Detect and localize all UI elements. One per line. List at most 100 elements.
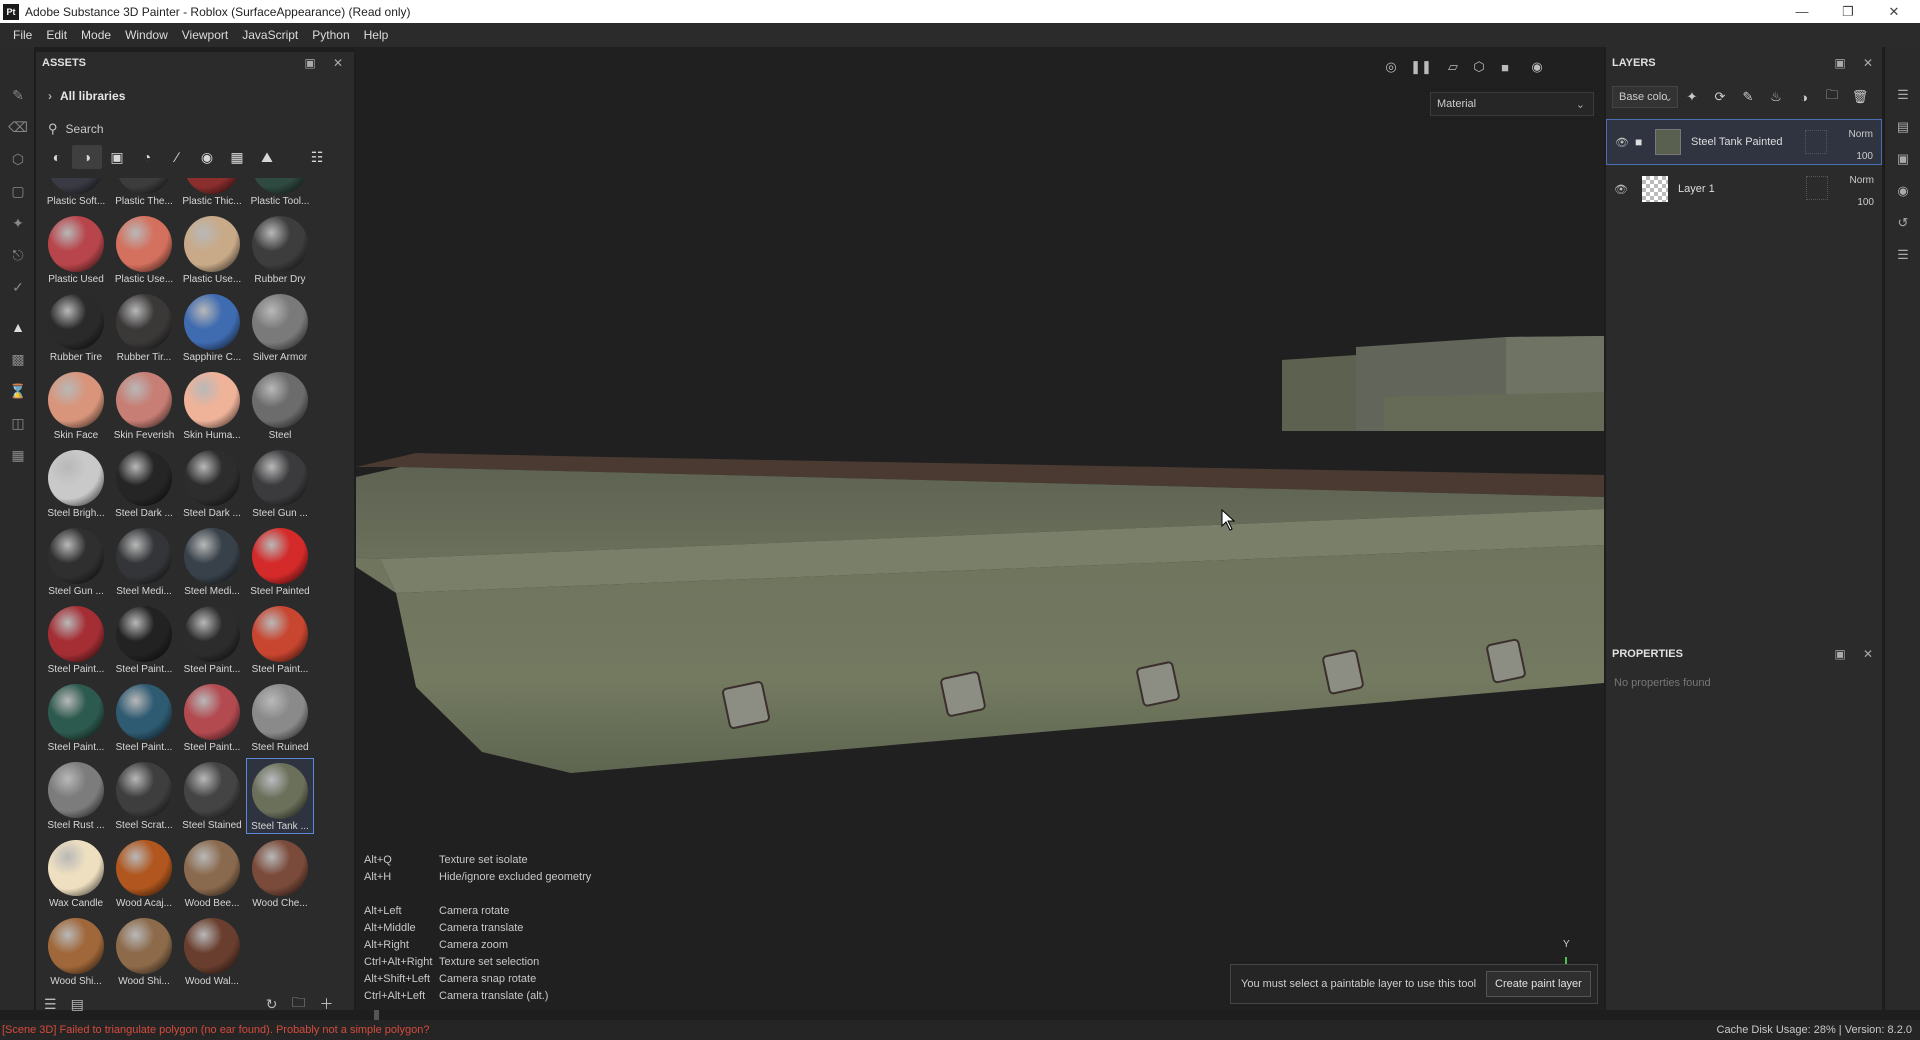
menu-mode[interactable]: Mode [74,28,118,42]
material-tile[interactable]: Skin Face [42,368,110,444]
add-folder-icon[interactable]: 🗀 [1818,86,1846,108]
add-mask-icon[interactable]: ◑ [1790,86,1818,108]
particle-filter-icon[interactable]: ◉ [192,145,222,169]
add-fill-layer-icon[interactable]: ♨ [1762,86,1790,108]
close-window-button[interactable]: ✕ [1872,0,1916,23]
export-icon[interactable]: ◫ [8,413,28,433]
material-tile[interactable]: Steel Paint... [110,680,178,756]
material-tile[interactable]: Plastic Used [42,212,110,288]
layer-blend[interactable]: Norm 100 [1849,124,1873,168]
material-tile[interactable]: Plastic Soft... [42,178,110,210]
close-panel-icon[interactable]: ✕ [1860,55,1876,71]
smart-material-filter-icon[interactable]: ◑ [72,145,102,169]
viewport-3d[interactable]: ◎ ❚❚ ▱ ⬡ ■ ◉ Material ⌄ Y Alt+Q Texture … [356,47,1604,1010]
layers-tab-icon[interactable]: ☰ [1893,85,1913,105]
grid-view-icon[interactable]: ☷ [302,145,332,169]
material-tile[interactable]: Plastic Use... [178,212,246,288]
folder-icon[interactable]: 🗀 [292,992,306,1016]
history-icon[interactable]: ↺ [1893,213,1913,233]
environment-filter-icon[interactable]: ⛰ [252,145,282,169]
material-tile[interactable]: Skin Feverish [110,368,178,444]
material-tile[interactable]: Wood Shi... [110,914,178,990]
minimize-button[interactable]: — [1780,0,1824,23]
material-tile[interactable]: Steel Paint... [42,602,110,678]
material-tile[interactable]: Plastic Use... [110,212,178,288]
menu-javascript[interactable]: JavaScript [235,28,305,42]
menu-file[interactable]: File [6,28,39,42]
material-tile[interactable]: Steel Painted [246,524,314,600]
opacity-value[interactable]: 100 [1850,192,1874,214]
refresh-icon[interactable]: ↻ [266,996,278,1013]
material-tile[interactable]: Steel Tank ... [246,758,314,834]
menu-help[interactable]: Help [357,28,396,42]
blend-mode[interactable]: Norm [1849,124,1873,146]
visibility-eye-icon[interactable]: 👁 [1615,136,1635,149]
texture-set-icon[interactable]: ▩ [8,349,28,369]
material-tile[interactable]: Steel Dark ... [110,446,178,522]
layer-row[interactable]: 👁 Layer 1 Norm 100 [1606,166,1882,212]
material-tile[interactable]: Plastic Thic... [178,178,246,210]
add-effect-icon[interactable]: ✦ [1678,86,1706,108]
clone-stamp-icon[interactable]: ⎋ [8,245,28,265]
delete-layer-icon[interactable]: 🗑 [1846,86,1874,108]
material-tile[interactable]: Steel Dark ... [178,446,246,522]
material-tile[interactable]: Steel Paint... [110,602,178,678]
display-settings-icon[interactable]: ▦ [8,445,28,465]
material-tile[interactable]: Skin Huma... [178,368,246,444]
float-panel-icon[interactable]: ▣ [302,55,318,71]
smudge-icon[interactable]: ✦ [8,213,28,233]
material-tile[interactable]: Plastic The... [110,178,178,210]
eraser-icon[interactable]: ⌫ [8,117,28,137]
material-tile[interactable]: Rubber Tir... [110,290,178,366]
polygon-fill-icon[interactable]: ▲ [8,317,28,337]
layer-blend[interactable]: Norm 100 [1850,170,1874,214]
visibility-eye-icon[interactable]: 👁 [1614,183,1634,196]
close-panel-icon[interactable]: ✕ [330,55,346,71]
material-tile[interactable]: Steel Stained [178,758,246,834]
add-fill-icon[interactable]: ⟳ [1706,86,1734,108]
filter-settings-icon[interactable]: ▤ [71,996,84,1013]
material-tile[interactable]: Steel Rust ... [42,758,110,834]
material-tile[interactable]: Steel Gun ... [246,446,314,522]
create-paint-layer-button[interactable]: Create paint layer [1486,971,1591,997]
restore-button[interactable]: ❐ [1826,0,1870,23]
texture-filter-icon[interactable]: ▦ [222,145,252,169]
blend-mode[interactable]: Norm [1850,170,1874,192]
layer-row[interactable]: 👁 ■ Steel Tank Painted Norm 100 [1606,119,1882,165]
menu-window[interactable]: Window [118,28,175,42]
material-tile[interactable]: Plastic Tool... [246,178,314,210]
material-tile[interactable]: Rubber Tire [42,290,110,366]
bake-icon[interactable]: ⌛ [8,381,28,401]
material-tile[interactable]: Sapphire C... [178,290,246,366]
close-panel-icon[interactable]: ✕ [1860,646,1876,662]
add-icon[interactable]: ＋ [320,994,334,1014]
menu-edit[interactable]: Edit [39,28,74,42]
geometry-mask-icon[interactable]: ▢ [8,181,28,201]
shader-settings-icon[interactable]: ◉ [1893,181,1913,201]
material-tile[interactable]: Wood Shi... [42,914,110,990]
material-tile[interactable]: Steel Scrat... [110,758,178,834]
material-tile[interactable]: Steel Medi... [110,524,178,600]
menu-python[interactable]: Python [305,28,356,42]
material-tile[interactable]: Wood Bee... [178,836,246,912]
mask-slot[interactable] [1806,176,1828,200]
display-settings-tab-icon[interactable]: ▣ [1893,149,1913,169]
texture-set-list-icon[interactable]: ▤ [1893,117,1913,137]
material-tile[interactable]: Steel Gun ... [42,524,110,600]
opacity-value[interactable]: 100 [1849,146,1873,168]
log-icon[interactable]: ☰ [1893,245,1913,265]
brush-filter-icon[interactable]: ∕ [162,145,192,169]
mask-filter-icon[interactable]: ▣ [102,145,132,169]
material-tile[interactable]: Steel Medi... [178,524,246,600]
material-tile[interactable]: Steel Paint... [42,680,110,756]
material-tile[interactable]: Wood Che... [246,836,314,912]
material-tile[interactable]: Steel Paint... [246,602,314,678]
float-panel-icon[interactable]: ▣ [1832,646,1848,662]
color-picker-icon[interactable]: ✓ [8,277,28,297]
material-tile[interactable]: Wax Candle [42,836,110,912]
libraries-tree-item[interactable]: › All libraries [36,86,125,106]
material-tile[interactable]: Steel [246,368,314,444]
channel-select[interactable]: Base colo ⌄ [1612,86,1678,108]
material-filter-icon[interactable]: ◐ [42,145,72,169]
material-tile[interactable]: Silver Armor [246,290,314,366]
